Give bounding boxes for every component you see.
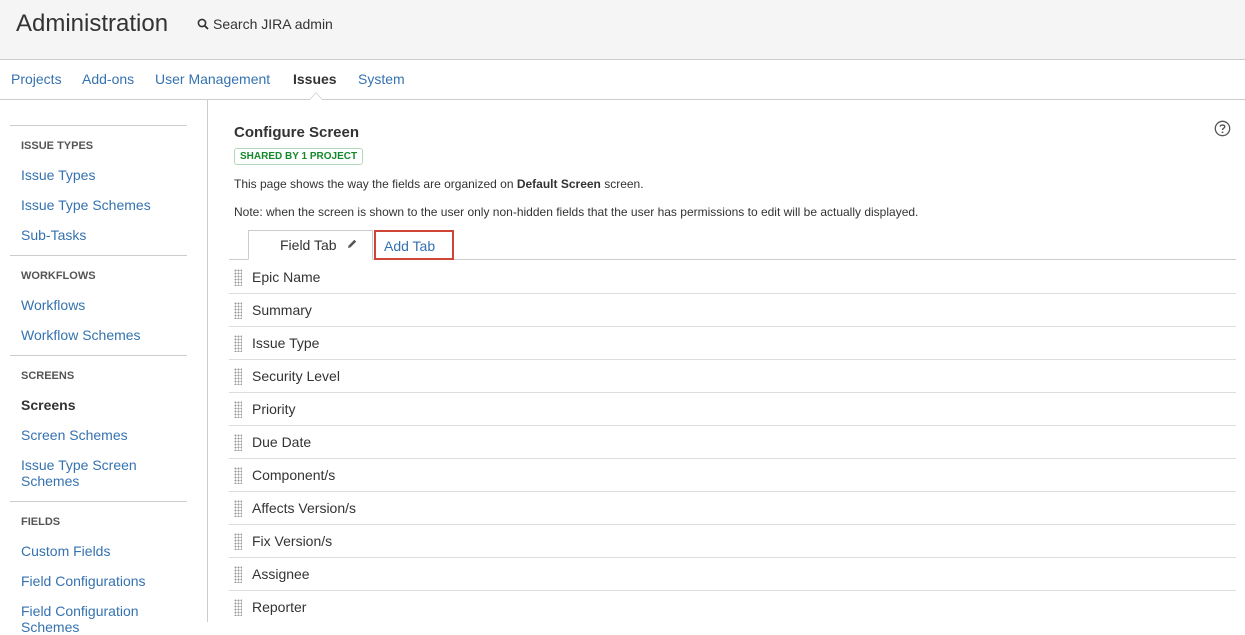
sidebar-heading-fields: FIELDS bbox=[21, 516, 61, 528]
drag-handle-icon[interactable] bbox=[234, 401, 242, 418]
sidebar-divider bbox=[10, 355, 187, 356]
search-icon bbox=[197, 18, 209, 30]
nav-projects[interactable]: Projects bbox=[11, 71, 62, 87]
field-name: Reporter bbox=[252, 599, 307, 615]
field-row[interactable]: Epic Name bbox=[229, 261, 1236, 294]
screen-name: Default Screen bbox=[516, 177, 601, 191]
sidebar-heading-screens: SCREENS bbox=[21, 370, 75, 382]
drag-handle-icon[interactable] bbox=[234, 335, 242, 352]
sidebar-item-issue-type-schemes[interactable]: Issue Type Schemes bbox=[21, 197, 191, 213]
field-name: Due Date bbox=[252, 434, 312, 450]
field-row[interactable]: Fix Version/s bbox=[229, 525, 1236, 558]
sidebar-heading-issue-types: ISSUE TYPES bbox=[21, 140, 94, 152]
sidebar-divider bbox=[10, 255, 187, 256]
description-suffix: screen. bbox=[600, 177, 644, 191]
sidebar-divider bbox=[10, 501, 187, 502]
description-prefix: This page shows the way the fields are o… bbox=[234, 177, 517, 191]
field-row[interactable]: Security Level bbox=[229, 360, 1236, 393]
admin-header: Administration Search JIRA admin bbox=[0, 0, 1245, 60]
field-name: Affects Version/s bbox=[252, 500, 357, 516]
search-admin-link[interactable]: Search JIRA admin bbox=[197, 16, 333, 32]
add-tab-button[interactable]: Add Tab bbox=[374, 230, 454, 260]
field-name: Assignee bbox=[252, 566, 310, 582]
drag-handle-icon[interactable] bbox=[234, 368, 242, 385]
drag-handle-icon[interactable] bbox=[234, 533, 242, 550]
tab-field-tab[interactable]: Field Tab bbox=[248, 230, 373, 260]
field-row[interactable]: Component/s bbox=[229, 459, 1236, 492]
field-row[interactable]: Summary bbox=[229, 294, 1236, 327]
sidebar-item-workflow-schemes[interactable]: Workflow Schemes bbox=[21, 327, 191, 343]
configure-screen-title: Configure Screen bbox=[234, 124, 360, 141]
sidebar-item-custom-fields[interactable]: Custom Fields bbox=[21, 543, 191, 559]
active-nav-indicator bbox=[309, 92, 323, 100]
field-name: Epic Name bbox=[252, 269, 321, 285]
drag-handle-icon[interactable] bbox=[234, 500, 242, 517]
drag-handle-icon[interactable] bbox=[234, 599, 242, 616]
field-name: Issue Type bbox=[252, 335, 320, 351]
page-title: Administration bbox=[16, 10, 169, 37]
help-icon[interactable] bbox=[1214, 120, 1231, 137]
sidebar-item-sub-tasks[interactable]: Sub-Tasks bbox=[21, 227, 191, 243]
screen-description: This page shows the way the fields are o… bbox=[234, 177, 644, 191]
shared-projects-badge[interactable]: SHARED BY 1 PROJECT bbox=[234, 148, 364, 165]
sidebar-item-workflows[interactable]: Workflows bbox=[21, 297, 191, 313]
sidebar-divider bbox=[10, 125, 187, 126]
sidebar: ISSUE TYPES Issue Types Issue Type Schem… bbox=[0, 100, 208, 635]
drag-handle-icon[interactable] bbox=[234, 269, 242, 286]
nav-issues[interactable]: Issues bbox=[293, 71, 337, 87]
search-label: Search JIRA admin bbox=[213, 16, 333, 32]
field-row[interactable]: Affects Version/s bbox=[229, 492, 1236, 525]
sidebar-item-issue-types[interactable]: Issue Types bbox=[21, 167, 191, 183]
permissions-note: Note: when the screen is shown to the us… bbox=[234, 205, 919, 219]
nav-system[interactable]: System bbox=[358, 71, 405, 87]
drag-handle-icon[interactable] bbox=[234, 566, 242, 583]
field-row[interactable]: Reporter bbox=[229, 591, 1236, 622]
field-row[interactable]: Priority bbox=[229, 393, 1236, 426]
drag-handle-icon[interactable] bbox=[234, 467, 242, 484]
add-tab-label: Add Tab bbox=[384, 238, 436, 254]
sidebar-heading-workflows: WORKFLOWS bbox=[21, 270, 96, 282]
sidebar-item-field-configurations[interactable]: Field Configurations bbox=[21, 573, 191, 589]
field-name: Component/s bbox=[252, 467, 336, 483]
sidebar-item-screens[interactable]: Screens bbox=[21, 397, 191, 413]
sidebar-item-field-configuration-schemes[interactable]: Field Configuration Schemes bbox=[21, 603, 191, 635]
nav-user-management[interactable]: User Management bbox=[155, 71, 270, 87]
sidebar-item-screen-schemes[interactable]: Screen Schemes bbox=[21, 427, 191, 443]
drag-handle-icon[interactable] bbox=[234, 302, 242, 319]
field-row[interactable]: Due Date bbox=[229, 426, 1236, 459]
field-name: Summary bbox=[252, 302, 312, 318]
field-name: Priority bbox=[252, 401, 296, 417]
field-row[interactable]: Assignee bbox=[229, 558, 1236, 591]
field-row[interactable]: Issue Type bbox=[229, 327, 1236, 360]
field-name: Security Level bbox=[252, 368, 340, 384]
tab-label: Field Tab bbox=[280, 237, 337, 253]
sidebar-item-issue-type-screen-schemes[interactable]: Issue Type Screen Schemes bbox=[21, 457, 191, 489]
pencil-icon[interactable] bbox=[346, 238, 358, 250]
admin-nav: Projects Add-ons User Management Issues … bbox=[0, 60, 1245, 100]
drag-handle-icon[interactable] bbox=[234, 434, 242, 451]
nav-add-ons[interactable]: Add-ons bbox=[82, 71, 134, 87]
field-name: Fix Version/s bbox=[252, 533, 333, 549]
